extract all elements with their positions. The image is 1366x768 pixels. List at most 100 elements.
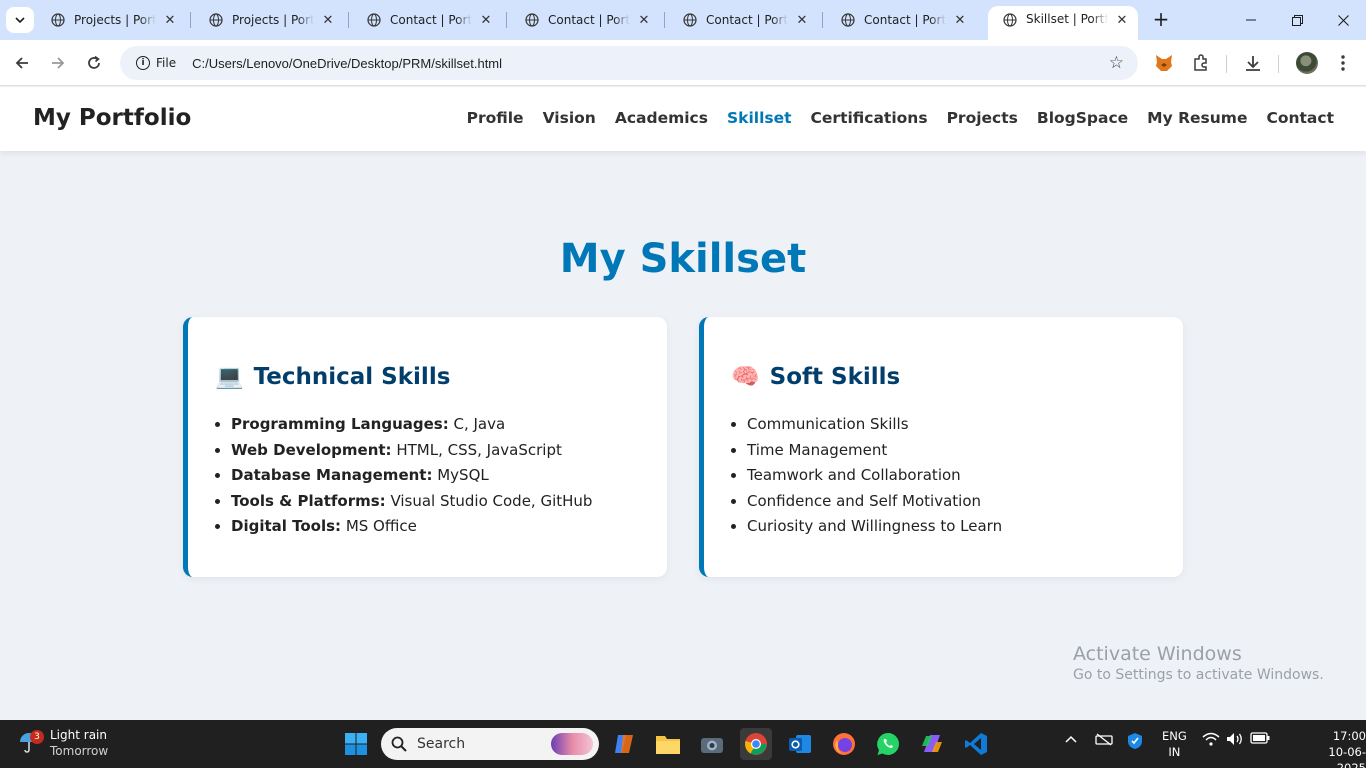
globe-icon — [524, 12, 540, 28]
tab-close-icon[interactable]: ✕ — [162, 12, 178, 28]
technical-skill-item: Web Development: HTML, CSS, JavaScript — [231, 438, 592, 464]
activate-windows-watermark: Activate Windows Go to Settings to activ… — [1073, 643, 1324, 683]
tab-close-icon[interactable]: ✕ — [794, 12, 810, 28]
nav-link-profile[interactable]: Profile — [467, 109, 524, 127]
show-hidden-icons-button[interactable] — [1064, 732, 1078, 750]
input-language-indicator[interactable]: ENG IN — [1162, 728, 1187, 760]
battery-tray-icon[interactable] — [1250, 732, 1270, 748]
microsoft365-taskbar-app[interactable] — [916, 728, 948, 760]
browser-tab[interactable]: Contact | Portfolio ✕ — [826, 6, 976, 34]
site-info-chip[interactable]: i File — [128, 50, 184, 76]
info-icon: i — [136, 56, 150, 70]
url-text[interactable]: C:/Users/Lenovo/OneDrive/Desktop/PRM/ski… — [192, 56, 502, 71]
nav-link-projects[interactable]: Projects — [947, 109, 1018, 127]
profile-avatar-button[interactable] — [1293, 49, 1321, 77]
toolbar-divider — [1226, 55, 1227, 73]
technical-skills-list: Programming Languages: C, JavaWeb Develo… — [231, 412, 592, 540]
firefox-taskbar-app[interactable] — [828, 728, 860, 760]
skill-values: Visual Studio Code, GitHub — [385, 491, 593, 510]
globe-icon — [682, 12, 698, 28]
browser-tab[interactable]: Projects | Portfolio ✕ — [194, 6, 344, 34]
camera-taskbar-app[interactable] — [696, 728, 728, 760]
browser-tab[interactable]: Contact | Portfolio ✕ — [352, 6, 502, 34]
nav-link-vision[interactable]: Vision — [543, 109, 596, 127]
chevron-up-icon — [1065, 735, 1077, 743]
nav-link-blogspace[interactable]: BlogSpace — [1037, 109, 1128, 127]
minimize-button[interactable] — [1228, 0, 1274, 40]
clock-time: 17:00 — [1332, 729, 1366, 743]
windows-logo-icon — [345, 733, 367, 755]
skill-values: MS Office — [341, 517, 417, 535]
file-explorer-taskbar-app[interactable] — [652, 728, 684, 760]
browser-tab[interactable]: Contact | Portfolio ✕ — [510, 6, 660, 34]
skill-category: Digital Tools: — [231, 517, 342, 535]
soft-skills-card: 🧠 Soft Skills Communication SkillsTime M… — [699, 317, 1183, 577]
reload-icon — [88, 55, 100, 69]
metamask-extension-icon[interactable] — [1150, 49, 1178, 77]
tab-search-button[interactable] — [6, 7, 34, 33]
technical-skills-title: Technical Skills — [253, 363, 451, 390]
main-nav: Profile Vision Academics Skillset Certificat… — [467, 109, 1334, 127]
volume-tray-icon[interactable] — [1226, 732, 1244, 750]
copilot-taskbar-app[interactable] — [608, 728, 640, 760]
tab-close-icon[interactable]: ✕ — [636, 12, 652, 28]
browser-tab[interactable]: Skillset | Portfolio ✕ — [988, 6, 1138, 40]
tab-title: Skillset | Portfolio — [1026, 12, 1108, 26]
weather-when: Tomorrow — [50, 744, 109, 758]
tab-close-icon[interactable]: ✕ — [952, 12, 968, 28]
tab-close-icon[interactable]: ✕ — [478, 12, 494, 28]
bookmark-star-icon[interactable]: ☆ — [1109, 53, 1124, 73]
browser-tab[interactable]: Contact | Portfolio ✕ — [668, 6, 818, 34]
skill-values: C, Java — [448, 415, 506, 433]
soft-skill-item: Curiosity and Willingness to Learn — [747, 514, 1002, 540]
whatsapp-taskbar-app[interactable] — [872, 728, 904, 760]
tab-close-icon[interactable]: ✕ — [1114, 12, 1130, 28]
taskbar-clock[interactable]: 17:00 10-06-2025 — [1310, 728, 1366, 768]
network-drive-tray-icon[interactable] — [1095, 732, 1113, 750]
nav-link-my-resume[interactable]: My Resume — [1147, 109, 1247, 127]
tab-title: Contact | Portfolio — [390, 13, 472, 27]
tab-separator — [348, 12, 349, 28]
restore-button[interactable] — [1274, 0, 1320, 40]
close-window-button[interactable] — [1320, 0, 1366, 40]
technical-skill-item: Programming Languages: C, Java — [231, 412, 592, 438]
technical-skill-item: Tools & Platforms: Visual Studio Code, G… — [231, 489, 592, 515]
new-tab-button[interactable]: + — [1149, 8, 1173, 32]
outlook-taskbar-app[interactable] — [784, 728, 816, 760]
weather-widget[interactable]: 3 Light rain Tomorrow — [18, 727, 108, 759]
technical-skills-card: 💻 Technical Skills Programming Languages… — [183, 317, 667, 577]
vscode-taskbar-app[interactable] — [960, 728, 992, 760]
chrome-taskbar-app[interactable] — [740, 728, 772, 760]
soft-skill-item: Teamwork and Collaboration — [747, 463, 1002, 489]
microsoft365-icon — [922, 735, 942, 752]
search-highlight-icon — [551, 733, 593, 755]
back-button[interactable] — [8, 49, 36, 77]
start-button[interactable] — [340, 728, 372, 760]
drive-icon — [1095, 733, 1113, 746]
tab-close-icon[interactable]: ✕ — [320, 12, 336, 28]
taskbar-search[interactable]: Search — [381, 728, 599, 760]
camera-icon — [701, 738, 723, 753]
weather-condition: Light rain — [50, 728, 107, 742]
whatsapp-icon — [877, 733, 899, 755]
vscode-icon — [965, 733, 987, 755]
tab-separator — [190, 12, 191, 28]
toolbar-divider — [1278, 55, 1279, 73]
browser-tab[interactable]: Projects | Portfolio ✕ — [36, 6, 186, 34]
address-bar[interactable]: i File C:/Users/Lenovo/OneDrive/Desktop/… — [120, 46, 1138, 80]
nav-link-skillset[interactable]: Skillset — [727, 109, 792, 127]
forward-button[interactable] — [44, 49, 72, 77]
browser-menu-button[interactable] — [1329, 49, 1357, 77]
site-info-label: File — [156, 56, 177, 70]
downloads-button[interactable] — [1239, 49, 1267, 77]
extensions-button[interactable] — [1187, 49, 1215, 77]
site-logo[interactable]: My Portfolio — [33, 105, 191, 131]
wifi-tray-icon[interactable] — [1202, 732, 1220, 750]
nav-link-certifications[interactable]: Certifications — [811, 109, 928, 127]
search-icon — [391, 736, 407, 752]
security-tray-icon[interactable] — [1127, 732, 1143, 754]
skill-category: Programming Languages: — [231, 415, 449, 433]
nav-link-academics[interactable]: Academics — [615, 109, 708, 127]
reload-button[interactable] — [80, 49, 108, 77]
nav-link-contact[interactable]: Contact — [1266, 109, 1334, 127]
